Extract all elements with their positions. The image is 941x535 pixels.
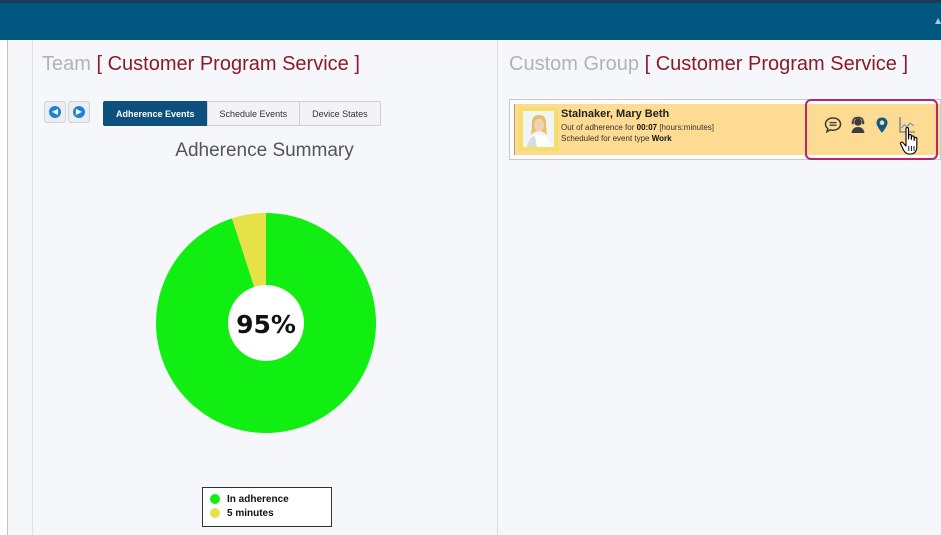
schedule-status: Scheduled for event type Work [561,134,672,143]
next-button[interactable]: ▶ [68,101,90,123]
agent-avatar [519,107,558,151]
hand-cursor-icon [899,127,918,155]
event-tabs: Adherence Events Schedule Events Device … [103,101,381,126]
legend-label: In adherence [227,493,289,505]
legend-swatch-5-minutes [210,508,220,518]
tab-device-states[interactable]: Device States [299,101,381,126]
caret-up-icon[interactable]: ▲ [935,17,941,25]
arrow-left-icon: ◀ [49,106,61,118]
adherence-prefix: Out of adherence for [561,123,635,132]
team-title-name: [ Customer Program Service ] [96,53,360,75]
top-bar: ▲ [0,0,941,40]
pie-center-label: 95% [236,310,296,339]
chat-icon[interactable] [824,116,842,134]
chart-legend: In adherence 5 minutes [202,487,332,527]
adherence-duration: 00:07 [636,123,658,132]
legend-item: 5 minutes [210,506,331,520]
tab-adherence-events[interactable]: Adherence Events [103,101,208,126]
previous-button[interactable]: ◀ [44,101,66,123]
legend-label: 5 minutes [227,507,274,519]
schedule-prefix: Scheduled for event type [561,134,650,143]
custom-group-panel-title: Custom Group [ Customer Program Service … [509,53,908,76]
agent-name: Stalnaker, Mary Beth [561,108,670,120]
schedule-event-type: Work [651,134,672,143]
person-photo-icon [523,111,554,147]
adherence-status: Out of adherence for 00:07 [hours:minute… [561,123,714,132]
agent-icon[interactable] [849,116,867,134]
team-panel-title: Team [ Customer Program Service ] [42,53,360,76]
team-title-prefix: Team [42,53,91,75]
chart-title: Adherence Summary [175,140,354,161]
location-icon[interactable] [873,116,891,134]
legend-swatch-in-adherence [210,494,220,504]
tab-schedule-events[interactable]: Schedule Events [206,101,301,126]
panel-divider [497,40,498,535]
group-title-name: [ Customer Program Service ] [644,53,909,75]
group-title-prefix: Custom Group [509,53,640,75]
legend-item: In adherence [210,492,331,506]
adherence-duration-unit: [hours:minutes] [659,123,715,132]
adherence-pie-chart: 95% [156,213,376,433]
frame-border [7,40,8,535]
team-panel-left-border [32,40,33,535]
arrow-right-icon: ▶ [73,106,85,118]
